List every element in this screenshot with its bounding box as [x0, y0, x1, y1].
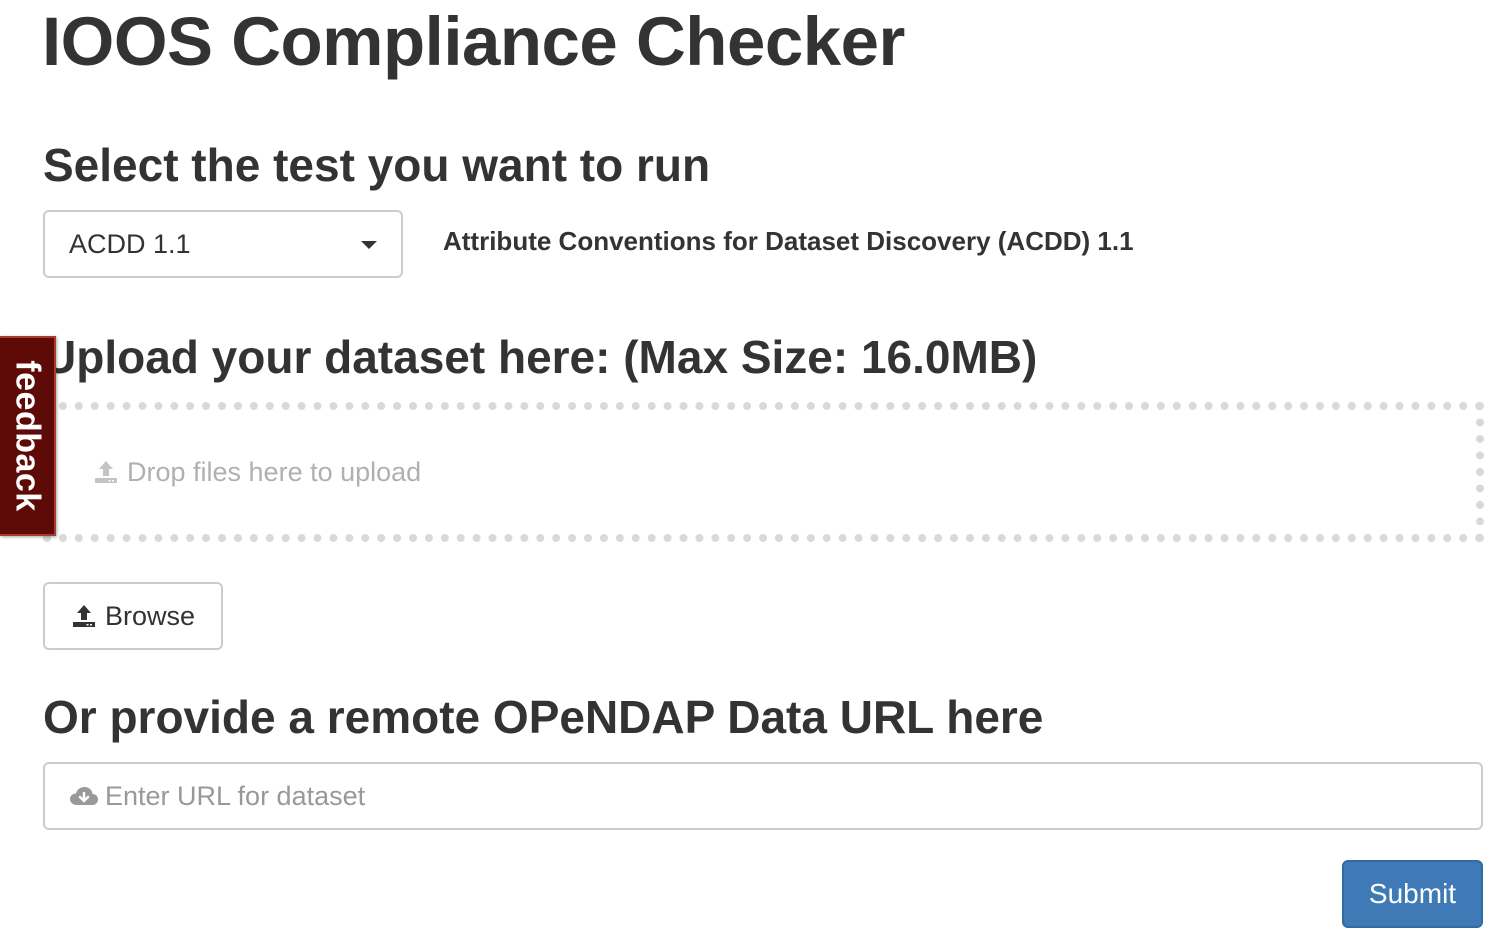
url-input[interactable]: [105, 764, 1475, 828]
chevron-down-icon: [361, 241, 377, 249]
page: IOOS Compliance Checker Select the test …: [0, 0, 1512, 950]
test-select-dropdown[interactable]: ACDD 1.1: [43, 210, 403, 278]
upload-icon: [93, 459, 119, 485]
file-dropzone[interactable]: Drop files here to upload: [43, 402, 1484, 542]
feedback-tab[interactable]: feedback: [0, 336, 56, 536]
upload-heading: Upload your dataset here: (Max Size: 16.…: [43, 331, 1038, 383]
url-heading: Or provide a remote OPeNDAP Data URL her…: [43, 691, 1044, 743]
test-select-value: ACDD 1.1: [69, 229, 191, 259]
url-input-group: [43, 762, 1483, 830]
browse-label: Browse: [104, 600, 196, 631]
test-select-heading: Select the test you want to run: [43, 139, 711, 191]
feedback-label: feedback: [8, 360, 47, 512]
test-description: Attribute Conventions for Dataset Discov…: [443, 226, 1134, 256]
browse-button[interactable]: Browse: [43, 582, 223, 650]
page-title: IOOS Compliance Checker: [42, 3, 905, 80]
cloud-download-icon: [69, 785, 99, 809]
submit-button[interactable]: Submit: [1342, 860, 1483, 928]
dropzone-text: Drop files here to upload: [127, 456, 422, 487]
dropzone-message: Drop files here to upload: [93, 410, 421, 534]
upload-icon: [71, 603, 97, 629]
